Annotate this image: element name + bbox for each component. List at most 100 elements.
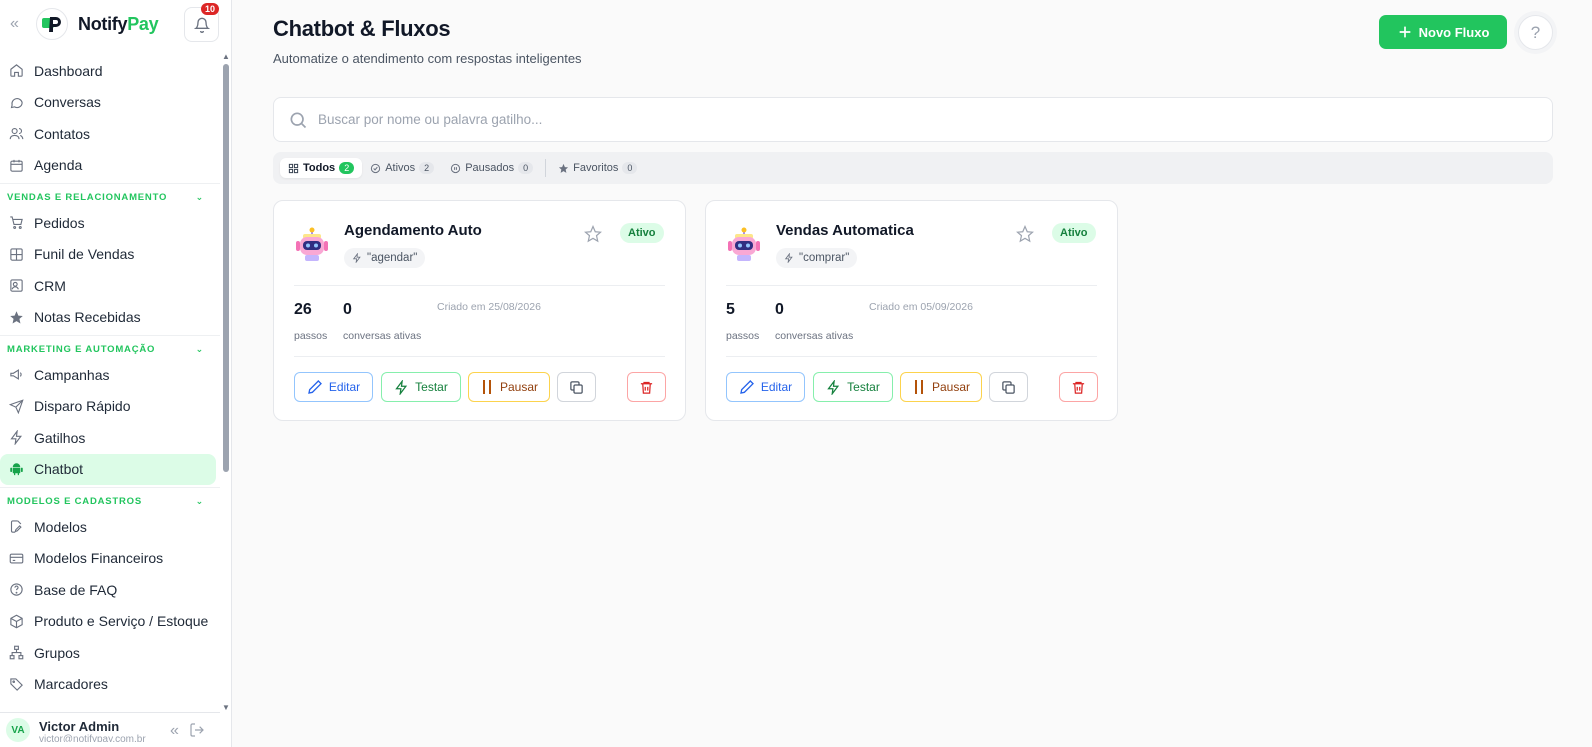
favorite-star-icon[interactable] <box>1016 224 1034 248</box>
sidebar-item-label: Notas Recebidas <box>34 309 141 326</box>
created-date: Criado em 05/09/2026 <box>869 301 973 313</box>
sidebar-item-modelos-financeiros[interactable]: Modelos Financeiros <box>0 543 220 575</box>
tab-count: 2 <box>339 162 355 174</box>
check-circle-icon <box>371 163 381 173</box>
notification-count-badge: 10 <box>201 3 220 15</box>
calendar-icon <box>8 157 24 173</box>
pause-icon <box>914 380 923 394</box>
user-profile[interactable]: VA Victor Admin victor@notifypay.com.br … <box>0 712 220 747</box>
pencil-icon <box>739 380 754 394</box>
bolt-icon <box>352 253 361 263</box>
file-edit-icon <box>8 519 24 535</box>
sidebar-item-label: Conversas <box>34 94 101 111</box>
search-input[interactable] <box>318 112 1518 127</box>
sidebar-item-modelos[interactable]: Modelos <box>0 511 220 543</box>
sidebar-item-crm[interactable]: CRM <box>0 270 220 302</box>
sidebar-item-chatbot[interactable]: Chatbot <box>0 453 216 485</box>
tab-todos[interactable]: Todos 2 <box>280 158 363 178</box>
sidebar-item-agenda[interactable]: Agenda <box>0 150 220 182</box>
scroll-thumb[interactable] <box>223 64 229 472</box>
delete-button[interactable] <box>627 372 666 402</box>
pencil-icon <box>307 380 322 394</box>
sidebar-item-conversas[interactable]: Conversas <box>0 87 220 119</box>
sidebar-item-notas[interactable]: Notas Recebidas <box>0 302 220 334</box>
sidebar-item-gatilhos[interactable]: Gatilhos <box>0 422 220 454</box>
credit-card-icon <box>8 550 24 566</box>
board-icon <box>8 246 24 262</box>
flow-title: Agendamento Auto <box>344 222 482 239</box>
flow-card: Vendas Automatica "comprar" Ativo 5 pass… <box>705 200 1118 421</box>
sidebar-item-marcadores[interactable]: Marcadores <box>0 669 220 701</box>
sidebar-item-produto[interactable]: Produto e Serviço / Estoque <box>0 606 220 638</box>
cart-icon <box>8 215 24 231</box>
trash-icon <box>640 381 653 394</box>
favorite-star-icon[interactable] <box>584 224 602 248</box>
bolt-icon <box>8 430 24 446</box>
edit-button[interactable]: Editar <box>726 372 805 402</box>
tab-count: 0 <box>622 162 638 174</box>
trash-icon <box>1072 381 1085 394</box>
section-header-marketing[interactable]: MARKETING E AUTOMAÇÃO ⌄ <box>0 335 220 359</box>
sidebar-item-contatos[interactable]: Contatos <box>0 118 220 150</box>
sidebar-item-pedidos[interactable]: Pedidos <box>0 207 220 239</box>
chat-icon <box>8 94 24 110</box>
scroll-up-arrow-icon[interactable]: ▲ <box>222 52 230 61</box>
search-bar <box>273 97 1553 142</box>
collapse-sidebar-icon[interactable]: « <box>10 15 26 33</box>
active-conversations-label: conversas ativas <box>343 330 422 342</box>
delete-button[interactable] <box>1059 372 1098 402</box>
sidebar-item-label: Modelos Financeiros <box>34 550 164 567</box>
users-icon <box>8 126 24 142</box>
test-button[interactable]: Testar <box>381 372 461 402</box>
sidebar-item-funil[interactable]: Funil de Vendas <box>0 239 220 271</box>
sidebar-item-campanhas[interactable]: Campanhas <box>0 359 220 391</box>
sidebar: « NotifyPay 10 Dashboard Conversas Conta… <box>0 0 232 747</box>
sidebar-item-faq[interactable]: Base de FAQ <box>0 574 220 606</box>
robot-icon <box>726 227 762 268</box>
chevron-down-icon: ⌄ <box>195 192 204 202</box>
duplicate-button[interactable] <box>557 372 596 402</box>
sidebar-item-label: Agenda <box>34 157 83 174</box>
copy-icon <box>1002 380 1015 394</box>
edit-button[interactable]: Editar <box>294 372 373 402</box>
help-circle-icon <box>8 582 24 598</box>
sidebar-item-label: Produto e Serviço / Estoque <box>34 613 209 630</box>
collapse-icon[interactable]: « <box>170 722 179 743</box>
sidebar-item-label: CRM <box>34 277 66 294</box>
tab-favoritos[interactable]: Favoritos 0 <box>550 158 645 178</box>
test-button[interactable]: Testar <box>813 372 893 402</box>
pause-button[interactable]: Pausar <box>900 372 982 402</box>
logo <box>36 8 68 40</box>
sidebar-item-disparo[interactable]: Disparo Rápido <box>0 391 220 423</box>
sidebar-item-label: Pedidos <box>34 214 85 231</box>
trigger-keyword-badge: "agendar" <box>344 248 426 268</box>
sidebar-item-label: Campanhas <box>34 366 110 383</box>
duplicate-button[interactable] <box>989 372 1028 402</box>
sidebar-item-grupos[interactable]: Grupos <box>0 637 220 669</box>
logout-icon[interactable] <box>189 722 205 743</box>
status-badge: Ativo <box>620 223 664 243</box>
section-header-modelos[interactable]: MODELOS E CADASTROS ⌄ <box>0 487 220 511</box>
filter-tabs: Todos 2 Ativos 2 Pausados 0 Favoritos 0 <box>273 152 1553 184</box>
sidebar-item-label: Contatos <box>34 125 91 142</box>
pause-circle-icon <box>451 163 461 173</box>
section-header-vendas[interactable]: VENDAS E RELACIONAMENTO ⌄ <box>0 183 220 207</box>
help-button[interactable]: ? <box>1518 15 1553 50</box>
sidebar-item-label: Grupos <box>34 644 80 661</box>
new-flow-button[interactable]: Novo Fluxo <box>1379 15 1507 49</box>
divider <box>294 285 665 286</box>
star-icon <box>559 163 569 173</box>
tab-pausados[interactable]: Pausados 0 <box>442 158 541 178</box>
pause-button[interactable]: Pausar <box>468 372 550 402</box>
send-icon <box>8 398 24 414</box>
created-date: Criado em 25/08/2026 <box>437 301 541 313</box>
tab-ativos[interactable]: Ativos 2 <box>362 158 442 178</box>
status-badge: Ativo <box>1052 223 1096 243</box>
sidebar-scrollbar[interactable]: ▲ ▼ <box>220 52 232 712</box>
question-icon: ? <box>1530 22 1541 42</box>
sidebar-item-dashboard[interactable]: Dashboard <box>0 55 220 87</box>
tab-count: 2 <box>419 162 435 174</box>
tab-count: 0 <box>518 162 534 174</box>
steps-label: passos <box>726 330 760 342</box>
scroll-down-arrow-icon[interactable]: ▼ <box>222 703 230 712</box>
